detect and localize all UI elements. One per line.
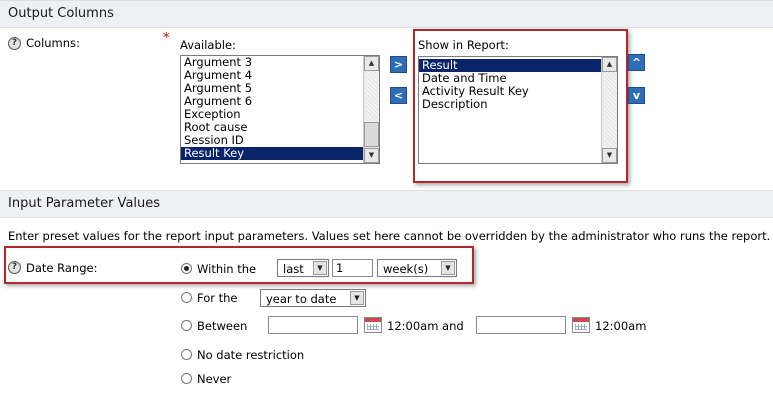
calendar-icon[interactable] — [572, 317, 590, 333]
scroll-down-icon[interactable]: ▼ — [602, 148, 617, 163]
help-icon[interactable]: ? — [8, 37, 21, 50]
input-params-description: Enter preset values for the report input… — [8, 229, 771, 243]
show-in-report-listbox[interactable]: Result Date and Time Activity Result Key… — [418, 56, 618, 164]
help-icon[interactable]: ? — [8, 261, 21, 274]
within-number-input[interactable]: 1 — [332, 259, 373, 277]
for-the-select[interactable]: year to date ▼ — [260, 289, 366, 307]
show-in-report-label: Show in Report: — [418, 38, 509, 52]
between-label: Between — [197, 319, 248, 333]
available-label: Available: — [180, 38, 236, 52]
for-the-label: For the — [197, 291, 238, 305]
never-label: Never — [197, 372, 232, 386]
move-right-button[interactable]: > — [390, 56, 407, 73]
no-restriction-radio[interactable] — [181, 349, 192, 360]
list-item[interactable]: Description — [419, 98, 601, 111]
between-end-time: 12:00am — [595, 319, 647, 333]
for-the-radio[interactable] — [181, 292, 192, 303]
input-params-header: Input Parameter Values — [0, 190, 773, 218]
within-unit-select[interactable]: week(s) ▼ — [377, 259, 457, 277]
move-up-button[interactable]: ^ — [628, 54, 645, 71]
within-label: Within the — [197, 262, 257, 276]
move-down-button[interactable]: v — [628, 87, 645, 104]
within-unit-value: week(s) — [383, 262, 429, 276]
available-listbox[interactable]: Argument 3 Argument 4 Argument 5 Argumen… — [180, 55, 380, 164]
for-the-value: year to date — [266, 292, 337, 306]
chevron-down-icon[interactable]: ▼ — [313, 261, 327, 275]
between-start-time: 12:00am and — [387, 319, 464, 333]
output-columns-title: Output Columns — [8, 6, 114, 21]
show-scrollbar[interactable]: ▲ ▼ — [601, 57, 617, 163]
input-params-title: Input Parameter Values — [8, 196, 161, 211]
scroll-thumb[interactable] — [364, 122, 379, 147]
between-end-input[interactable] — [476, 316, 566, 334]
list-item-selected[interactable]: Result Key — [181, 147, 363, 160]
available-scrollbar[interactable]: ▲ ▼ — [363, 56, 379, 163]
between-start-input[interactable] — [268, 316, 358, 334]
within-period-value: last — [283, 262, 304, 276]
required-marker: * — [163, 31, 170, 46]
date-range-label: Date Range: — [26, 261, 98, 275]
calendar-icon[interactable] — [364, 317, 382, 333]
move-left-button[interactable]: < — [390, 87, 407, 104]
no-restriction-label: No date restriction — [197, 348, 305, 362]
chevron-down-icon[interactable]: ▼ — [441, 261, 455, 275]
within-period-select[interactable]: last ▼ — [277, 259, 329, 277]
chevron-down-icon[interactable]: ▼ — [350, 291, 364, 305]
never-radio[interactable] — [181, 373, 192, 384]
scroll-up-icon[interactable]: ▲ — [364, 56, 379, 71]
within-radio[interactable] — [181, 263, 192, 274]
between-radio[interactable] — [181, 320, 192, 331]
output-columns-header: Output Columns — [0, 0, 773, 28]
scroll-down-icon[interactable]: ▼ — [364, 148, 379, 163]
columns-label: Columns: — [26, 36, 80, 50]
scroll-up-icon[interactable]: ▲ — [602, 57, 617, 72]
